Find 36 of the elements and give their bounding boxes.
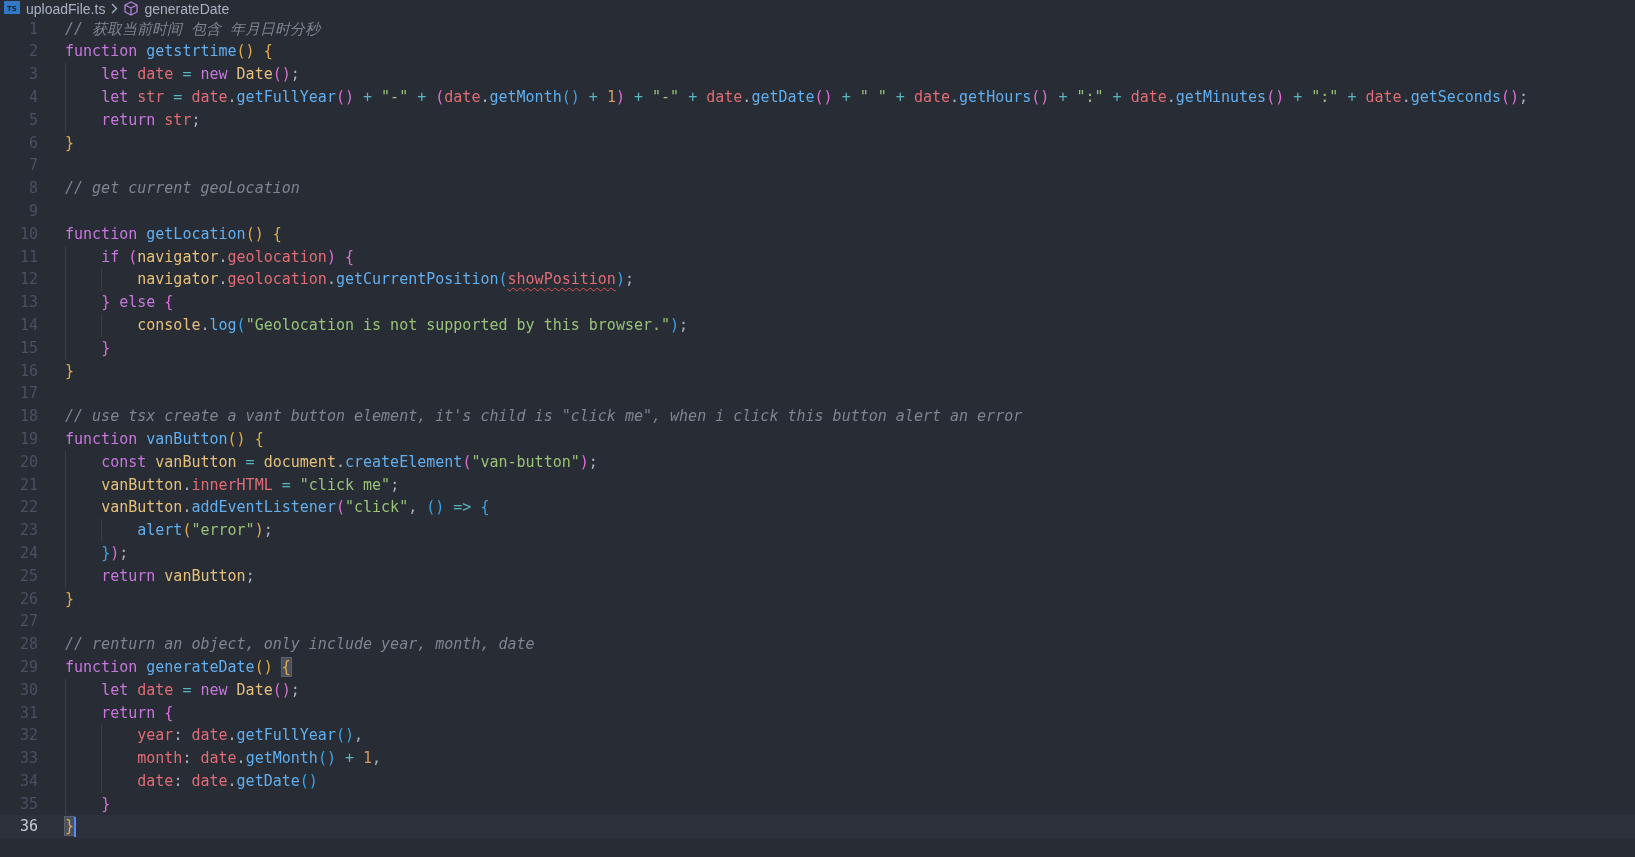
code-line: } bbox=[65, 588, 75, 610]
code-line: function generateDate() { bbox=[65, 656, 291, 678]
code-line: alert("error"); bbox=[65, 519, 273, 542]
cube-icon bbox=[124, 1, 139, 16]
code-line: const vanButton = document.createElement("van-button"); bbox=[65, 450, 598, 474]
code-line: date: date.getDate() bbox=[65, 769, 318, 793]
text-cursor bbox=[74, 816, 77, 837]
breadcrumb-symbol[interactable]: generateDate bbox=[144, 0, 230, 17]
code-line: let date = new Date(); bbox=[65, 678, 300, 702]
code-line: month: date.getMonth() + 1, bbox=[65, 747, 382, 770]
code-line: return { bbox=[65, 701, 174, 725]
code-line: let str = date.getFullYear() + "-" + (date.getMonth() + 1) + "-" + date.getDate() + " " + date.getHours() + ":" + date.getMinutes() + ":" + date.getSeconds(); bbox=[65, 86, 1529, 109]
code-line: function getLocation() { bbox=[65, 223, 282, 245]
code-comment: // renturn an object, only include year, month, date bbox=[65, 634, 535, 656]
code-comment: // use tsx create a vant button element, it's child is "click me", when i click this button alert an error bbox=[65, 406, 1023, 428]
breadcrumb-file[interactable]: uploadFile.ts bbox=[26, 0, 106, 17]
code-line: function getstrtime() { bbox=[65, 41, 273, 63]
code-line: } bbox=[65, 792, 111, 816]
code-comment: // get current geoLocation bbox=[65, 178, 300, 200]
code-line: vanButton.addEventListener("click", () => { bbox=[65, 496, 490, 520]
code-line: year: date.getFullYear(), bbox=[65, 724, 364, 748]
code-line: } bbox=[65, 336, 111, 360]
code-line: console.log("Geolocation is not supported by this browser."); bbox=[65, 313, 689, 337]
code-line: navigator.geolocation.getCurrentPosition(showPosition); bbox=[65, 268, 634, 292]
code-line: vanButton.innerHTML = "click me"; bbox=[65, 473, 400, 497]
line-number: 36 bbox=[18, 816, 38, 838]
code-line: return str; bbox=[65, 108, 201, 132]
code-line: if (navigator.geolocation) { bbox=[65, 245, 354, 269]
code-line: return vanButton; bbox=[65, 564, 255, 588]
code-line: } bbox=[65, 132, 75, 154]
code-comment: // 获取当前时间 包含 年月日时分秒 bbox=[65, 18, 321, 40]
chevron-right-icon bbox=[111, 3, 119, 14]
code-line: function vanButton() { bbox=[65, 428, 264, 450]
code-line: let date = new Date(); bbox=[65, 63, 300, 86]
code-line: } bbox=[65, 360, 75, 382]
code-line: } else { bbox=[65, 291, 174, 314]
